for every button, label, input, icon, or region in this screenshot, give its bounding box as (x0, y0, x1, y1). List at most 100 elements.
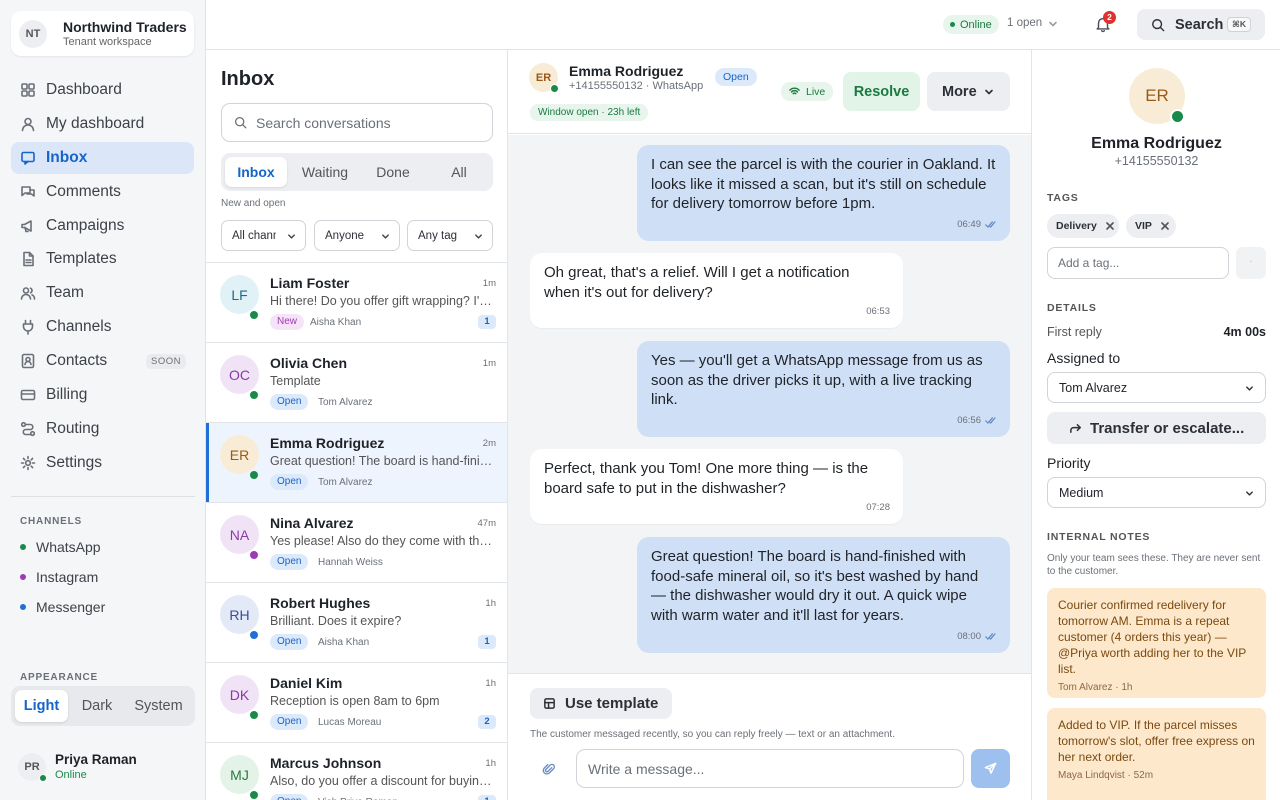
conversation-assignee: Aisha Khan (318, 637, 370, 648)
sidebar-item-comments[interactable]: Comments (11, 176, 194, 208)
channel-indicator-dot (249, 790, 259, 800)
more-label: More (942, 83, 977, 100)
channel-messenger[interactable]: Messenger (20, 599, 105, 615)
conversation-name: Marcus Johnson (270, 755, 382, 771)
search-label: Search (1175, 16, 1224, 33)
resolve-button[interactable]: Resolve (843, 72, 920, 111)
chevron-down-icon (1245, 489, 1254, 498)
conversation-item[interactable]: OC Olivia Chen 1m Template Open Tom Alvarez (206, 342, 507, 422)
conversation-item[interactable]: LF Liam Foster 1m Hi there! Do you offer gi… (206, 262, 507, 342)
close-icon[interactable] (1161, 222, 1169, 230)
open-count[interactable]: 1 open (1007, 17, 1042, 29)
sidebar-item-inbox[interactable]: Inbox (11, 141, 194, 174)
add-tag-input[interactable] (1047, 247, 1229, 279)
conversation-avatar: NA (220, 515, 259, 554)
note-meta: Tom Alvarez · 1h (1058, 682, 1133, 693)
conversation-name: Emma Rodriguez (270, 435, 385, 451)
user-avatar: PR (18, 752, 47, 782)
tab-all[interactable]: All (429, 157, 489, 187)
tag-vip[interactable]: VIP (1126, 214, 1176, 238)
message-text: Great question! The board is hand-finish… (651, 548, 979, 624)
chevron-down-icon[interactable] (1048, 19, 1058, 29)
message-input[interactable] (576, 749, 964, 788)
conversation-item[interactable]: RH Robert Hughes 1h Brilliant. Does it expi… (206, 582, 507, 662)
conversation-status-badge: Open (270, 474, 309, 490)
tab-waiting[interactable]: Waiting (292, 157, 358, 187)
conversation-search[interactable] (221, 103, 493, 142)
sidebar-divider (11, 496, 195, 497)
sidebar-item-campaigns[interactable]: Campaigns (11, 210, 194, 242)
sidebar-item-team[interactable]: Team (11, 277, 194, 309)
conversation-item[interactable]: ER Emma Rodriguez 2m Great question! The bo… (206, 422, 507, 502)
online-status-pill[interactable]: Online (943, 15, 999, 34)
tag-filter[interactable]: Any tag (407, 220, 493, 251)
conversation-list-panel: Inbox InboxWaitingDoneAll New and open A… (206, 50, 508, 800)
paperclip-icon[interactable] (542, 762, 556, 776)
assignee-filter[interactable]: Anyone (314, 220, 400, 251)
search-shortcut: ⌘K (1226, 17, 1251, 32)
channel-whatsapp[interactable]: WhatsApp (20, 539, 101, 555)
conversation-item[interactable]: MJ Marcus Johnson 1h Also, do you offer a d… (206, 742, 507, 800)
sidebar-item-dashboard[interactable]: Dashboard (11, 74, 194, 106)
sidebar-item-routing[interactable]: Routing (11, 413, 194, 445)
conversation-time: 2m (482, 438, 496, 449)
workspace-subtitle: Tenant workspace (63, 36, 152, 48)
channel-filter[interactable]: All channels (221, 220, 306, 251)
channel-indicator-dot (249, 390, 259, 400)
message-thread[interactable]: I can see the parcel is with the courier… (508, 135, 1031, 673)
appearance-option-light[interactable]: Light (15, 690, 68, 722)
assignee-value: Tom Alvarez (1059, 380, 1128, 395)
conversation-item[interactable]: DK Daniel Kim 1h Reception is open 8am to 6… (206, 662, 507, 742)
tag-delivery[interactable]: Delivery (1047, 214, 1119, 238)
contact-details-panel: ER Emma Rodriguez +14155550132 TAGS Deli… (1031, 50, 1280, 800)
message-time: 06:49 (957, 218, 981, 230)
assignee-select[interactable]: Tom Alvarez (1047, 372, 1266, 403)
sidebar-item-my-dashboard[interactable]: My dashboard (11, 108, 194, 140)
internal-note: Courier confirmed redelivery for tomorro… (1047, 588, 1266, 698)
tab-done[interactable]: Done (361, 157, 425, 187)
conversation-preview: Brilliant. Does it expire? (270, 614, 402, 628)
appearance-option-system[interactable]: System (126, 690, 191, 722)
outgoing-message: Yes — you'll get a WhatsApp message from… (637, 341, 1010, 437)
wifi-icon (789, 86, 800, 97)
conversation-status-badge: Open (270, 634, 309, 650)
tag-label: Delivery (1056, 220, 1097, 232)
channel-instagram[interactable]: Instagram (20, 569, 98, 585)
note-text: Added to VIP. If the parcel misses tomor… (1058, 718, 1255, 764)
search-icon (1151, 18, 1165, 32)
sidebar-item-templates[interactable]: Templates (11, 243, 194, 275)
global-search-button[interactable]: Search ⌘K (1137, 9, 1265, 40)
add-tag-button[interactable]: · (1236, 247, 1266, 279)
conversation-item[interactable]: NA Nina Alvarez 47m Yes please! Also do the… (206, 502, 507, 582)
conversation-search-input[interactable] (256, 114, 486, 131)
workspace-switcher[interactable]: NT Northwind Traders Tenant workspace (11, 11, 194, 56)
sidebar-item-settings[interactable]: Settings (11, 447, 194, 479)
user-name: Priya Raman (55, 752, 137, 767)
channel-label: Instagram (36, 569, 99, 585)
more-button[interactable]: More (927, 72, 1010, 111)
conversation-time: 1m (482, 278, 496, 289)
live-label: Live (806, 85, 826, 98)
sidebar-item-contacts[interactable]: Contacts SOON (11, 345, 194, 377)
details-title: DETAILS (1047, 302, 1097, 314)
tab-inbox[interactable]: Inbox (225, 157, 287, 187)
contacts-icon (20, 353, 36, 369)
sidebar-item-channels[interactable]: Channels (11, 311, 194, 343)
channel-color-dot (20, 574, 26, 580)
sidebar-item-label: Comments (46, 182, 121, 200)
send-button[interactable] (971, 749, 1010, 788)
priority-select[interactable]: Medium (1047, 477, 1266, 508)
internal-notes-subtitle: Only your team sees these. They are neve… (1047, 553, 1261, 577)
conversation-status-badge: Open (715, 68, 757, 86)
double-check-icon (985, 632, 997, 641)
outgoing-message: I can see the parcel is with the courier… (637, 145, 1010, 241)
message-meta: 06:56 (957, 411, 997, 431)
appearance-option-dark[interactable]: Dark (68, 690, 126, 722)
use-template-button[interactable]: Use template (530, 688, 672, 719)
transfer-escalate-button[interactable]: Transfer or escalate... (1047, 412, 1266, 444)
unread-count: 2 (478, 715, 496, 729)
current-user[interactable]: PR Priya Raman Online (18, 752, 137, 782)
sidebar-item-billing[interactable]: Billing (11, 379, 194, 411)
chevron-down-icon (474, 232, 483, 241)
close-icon[interactable] (1106, 222, 1114, 230)
